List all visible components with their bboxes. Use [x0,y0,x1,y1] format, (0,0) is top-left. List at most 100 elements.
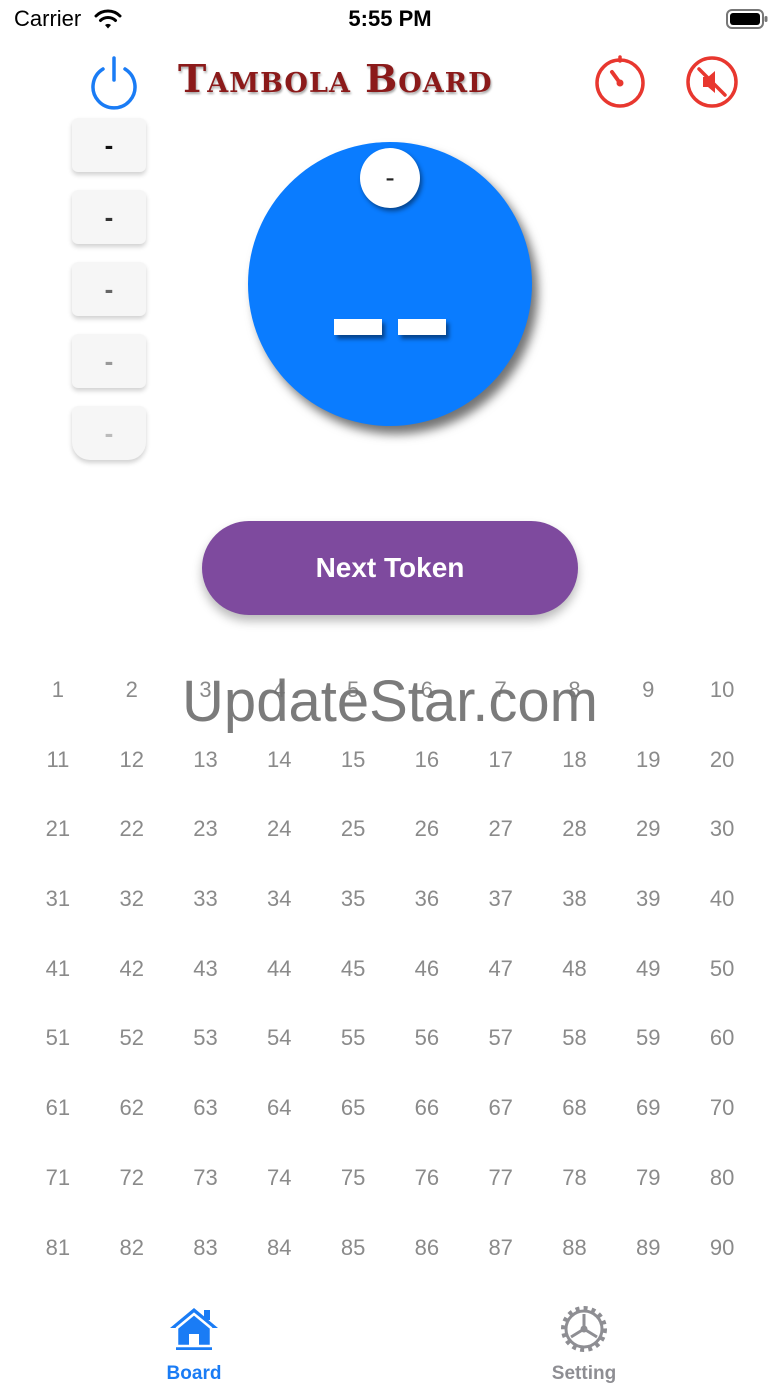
board-number: 40 [709,886,735,912]
board-number: 77 [488,1164,513,1190]
board-number: 61 [45,1095,71,1121]
board-row: 81 82 83 84 85 86 87 88 89 90 [21,1213,759,1283]
board-number: 43 [193,955,218,981]
recent-numbers-list: - - - - - [72,118,146,478]
board-number: 81 [45,1234,71,1260]
board-number: 36 [414,886,440,912]
tab-board[interactable]: Board [134,1304,254,1385]
tab-bar: Board Setting [0,1290,780,1387]
recent-number-3: - [72,262,146,316]
mute-icon[interactable] [684,54,740,110]
board-number: 37 [488,886,513,912]
recent-number-2: - [72,190,146,244]
placeholder-digit [398,319,446,335]
board-number: 18 [562,746,587,772]
board-row: 31 32 33 34 35 36 37 38 39 40 [21,864,759,934]
power-icon[interactable] [86,54,142,110]
gear-icon [561,1306,607,1352]
board-number: 69 [636,1095,661,1121]
board-number: 41 [45,955,71,981]
board-number: 89 [636,1234,661,1260]
board-number: 74 [267,1164,292,1190]
board-number: 34 [267,886,292,912]
board-number: 83 [193,1234,218,1260]
recent-number-4: - [72,334,146,388]
board-number: 65 [340,1095,366,1121]
status-time: 5:55 PM [348,6,432,31]
board-number: 39 [636,886,661,912]
board-number: 50 [709,955,735,981]
board-number: 35 [340,886,366,912]
board-number: 44 [267,955,292,981]
board-number: 86 [414,1234,440,1260]
board-number: 80 [709,1164,735,1190]
battery-icon [726,9,768,29]
current-number [248,300,532,335]
board-row: 61 62 63 64 65 66 67 68 69 70 [21,1073,759,1143]
board-number: 60 [709,1025,735,1051]
board-number: 30 [709,816,735,842]
board-number: 11 [46,746,70,772]
placeholder-digit [334,319,382,335]
next-token-button[interactable]: Next Token [202,521,578,615]
recent-number-5: - [72,406,146,460]
board-number: 64 [267,1095,292,1121]
board-number: 63 [193,1095,218,1121]
board-number: 57 [488,1025,513,1051]
board-number: 27 [488,816,513,842]
recent-number-1: - [72,118,146,172]
board-number: 49 [636,955,661,981]
board-row: 41 42 43 44 45 46 47 48 49 50 [21,934,759,1004]
timer-icon[interactable] [592,54,648,110]
board-number: 76 [414,1164,440,1190]
board-number: 28 [562,816,587,842]
board-number: 22 [119,816,144,842]
board-number: 87 [488,1234,513,1260]
board-number: 58 [562,1025,587,1051]
number-board: 1 2 3 4 5 6 7 8 9 10 11 12 13 14 15 16 17 18 19 20 21 22 23 24 2… [21,655,759,1282]
board-number: 52 [119,1025,144,1051]
board-number: 46 [414,955,440,981]
board-number: 90 [709,1234,735,1260]
board-number: 55 [340,1025,366,1051]
board-number: 51 [45,1025,71,1051]
board-number: 71 [45,1164,71,1190]
watermark: UpdateStar.com [182,669,598,734]
board-number: 42 [119,955,144,981]
board-number: 67 [488,1095,513,1121]
board-number: 29 [636,816,661,842]
board-number: 25 [340,816,366,842]
board-number: 20 [709,746,735,772]
board-number: 70 [709,1095,735,1121]
app-title: Tambola Board [178,56,493,101]
board-number: 79 [636,1164,661,1190]
board-number: 38 [562,886,587,912]
board-number: 85 [340,1234,366,1260]
board-number: 13 [193,746,218,772]
board-row: 21 22 23 24 25 26 27 28 29 30 [21,794,759,864]
board-number: 15 [340,746,366,772]
board-row: 71 72 73 74 75 76 77 78 79 80 [21,1143,759,1213]
board-number: 73 [193,1164,218,1190]
board-number: 21 [45,816,71,842]
tab-setting[interactable]: Setting [524,1304,644,1385]
board-number: 32 [119,886,144,912]
board-number: 19 [636,746,661,772]
board-number: 54 [267,1025,292,1051]
board-number: 56 [414,1025,440,1051]
board-number: 17 [488,746,513,772]
board-row: 11 12 13 14 15 16 17 18 19 20 [21,725,759,795]
board-number: 88 [562,1234,587,1260]
board-number: 26 [414,816,440,842]
board-number: 24 [267,816,292,842]
board-number: 78 [562,1164,587,1190]
board-number: 33 [193,886,218,912]
board-number: 75 [340,1164,366,1190]
board-number: 48 [562,955,587,981]
board-number: 47 [488,955,513,981]
board-number: 31 [45,886,71,912]
board-number: 12 [119,746,144,772]
board-number: 68 [562,1095,587,1121]
board-row: 51 52 53 54 55 56 57 58 59 60 [21,1003,759,1073]
board-number: 66 [414,1095,440,1121]
